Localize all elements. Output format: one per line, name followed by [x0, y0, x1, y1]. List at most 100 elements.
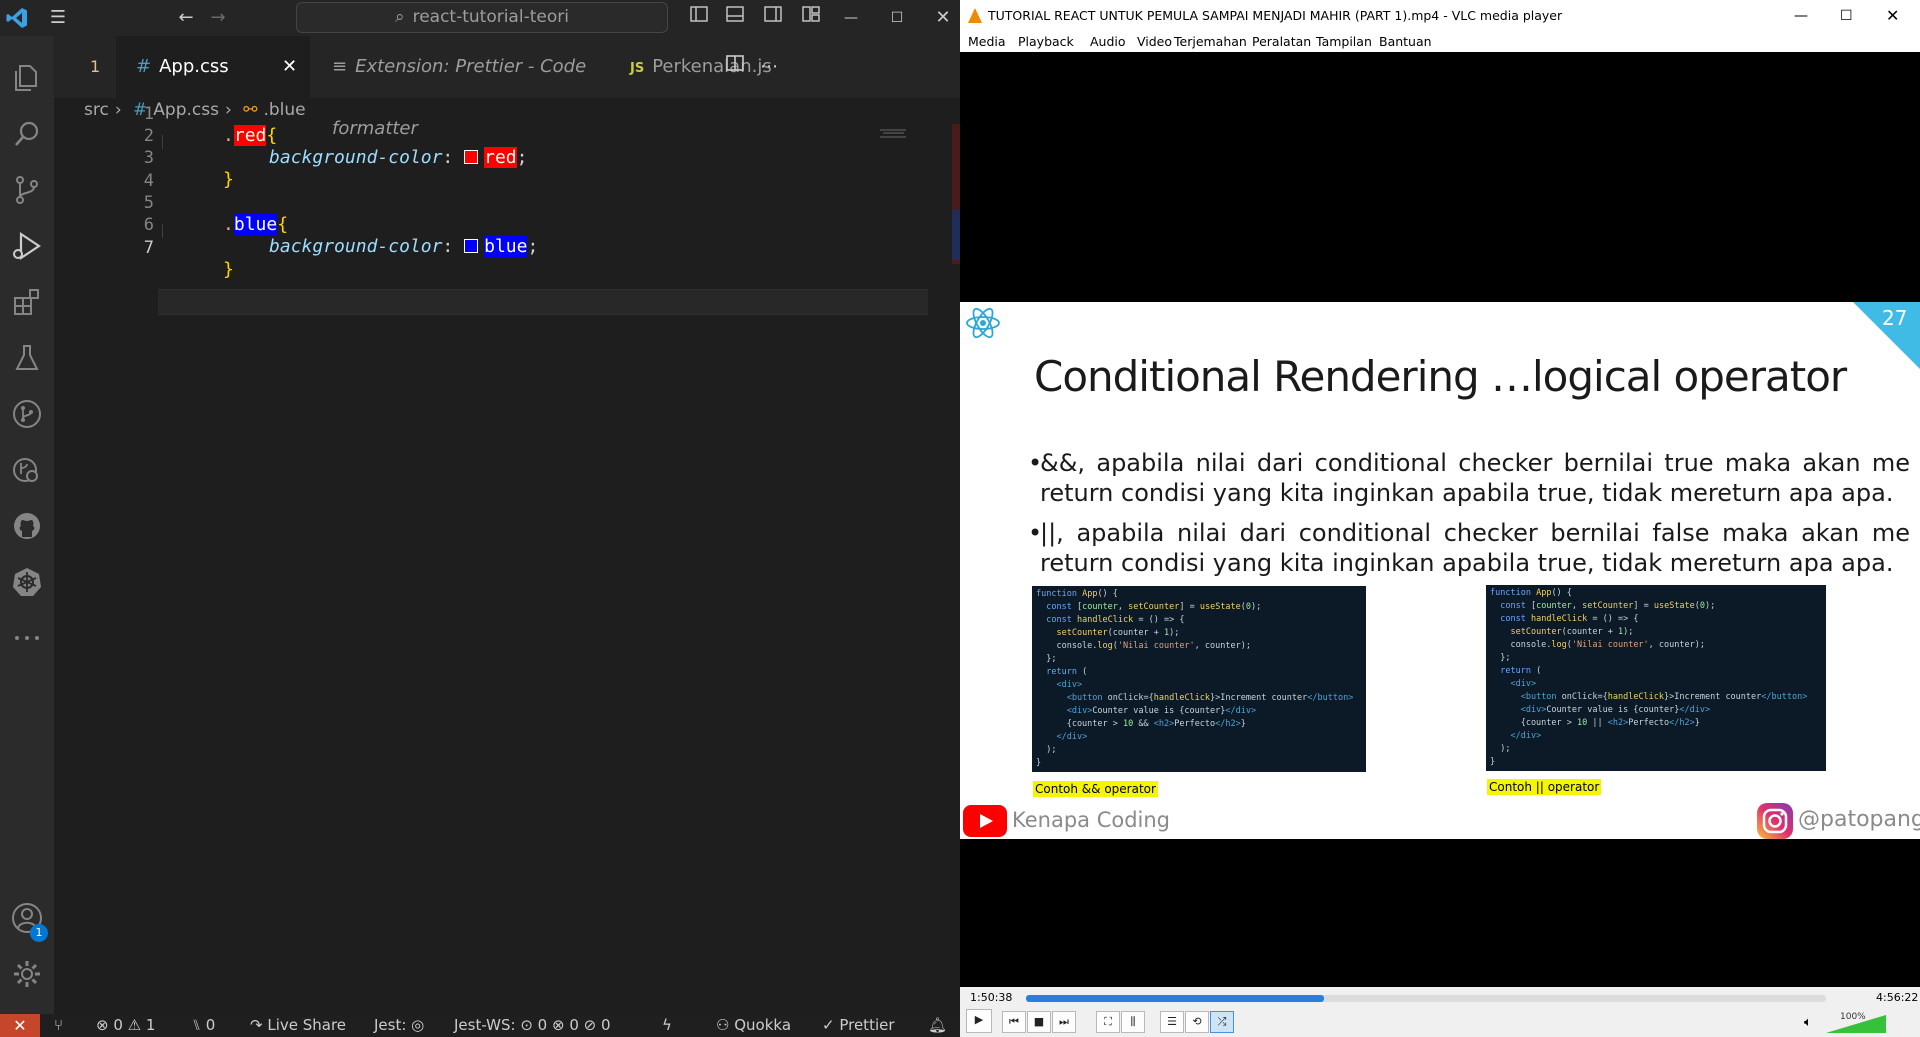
slide-bullet: • ||, apabila nilai dari conditional chec… — [1028, 519, 1910, 577]
more-actions-icon[interactable]: ⋯ — [754, 36, 784, 98]
run-and-debug-icon[interactable] — [0, 216, 54, 272]
play-button[interactable]: ▶ — [966, 1009, 992, 1033]
search-icon[interactable] — [0, 104, 54, 160]
instagram-icon — [1757, 803, 1793, 839]
accounts-badge: 1 — [30, 924, 48, 942]
indent-guide — [162, 135, 163, 149]
line-number: 3 — [143, 148, 154, 168]
presentation-slide: 27 Conditional Rendering …logical operat… — [960, 302, 1920, 839]
git-branch-icon[interactable]: ⑂ — [54, 1014, 63, 1037]
code-editor[interactable]: 1 2 3 4 5 6 7 .red{ background-color: re… — [54, 104, 960, 1014]
status-live-share[interactable]: ↷ Live Share — [250, 1014, 346, 1037]
extensions-icon[interactable] — [0, 272, 54, 328]
vlc-menu-tampilan[interactable]: Tampilan — [1316, 32, 1372, 52]
testing-flask-icon[interactable] — [0, 328, 54, 384]
instagram-handle: @patopangg — [1798, 807, 1920, 832]
menu-icon[interactable]: ☰ — [44, 0, 72, 36]
notifications-bell-icon[interactable]: 🔔︎ — [928, 1014, 947, 1037]
vlc-menu-media[interactable]: Media — [968, 32, 1006, 52]
quokka-icon: ⚇ — [716, 1016, 735, 1034]
split-editor-icon[interactable] — [720, 49, 750, 85]
command-center-search[interactable]: ⌕ react-tutorial-teori — [296, 2, 668, 33]
slide-bullet: • &&, apabila nilai dari conditional chec… — [1028, 449, 1910, 507]
next-button[interactable]: ⏭ — [1052, 1011, 1076, 1033]
close-window-icon[interactable]: ✕ — [930, 0, 956, 36]
status-quokka[interactable]: ⚇ Quokka — [716, 1014, 791, 1037]
vlc-close-icon[interactable]: ✕ — [1886, 0, 1899, 32]
previous-button[interactable]: ⏮ — [1002, 1011, 1026, 1033]
maximize-icon[interactable]: ☐ — [884, 0, 910, 36]
code-line-2: background-color: red; — [269, 147, 528, 168]
git-graph-icon[interactable] — [0, 384, 54, 440]
code-line-6: background-color: blue; — [269, 236, 539, 257]
minimize-icon[interactable]: — — [838, 0, 864, 36]
accounts-icon[interactable]: 1 — [0, 888, 54, 944]
fullscreen-button[interactable]: ⛶ — [1096, 1011, 1120, 1033]
loop-button[interactable]: ⟲ — [1185, 1011, 1209, 1033]
slide-number: 27 — [1882, 306, 1908, 330]
more-views-icon[interactable] — [0, 608, 54, 664]
source-control-icon[interactable] — [0, 160, 54, 216]
remote-indicator[interactable]: ✕ — [0, 1014, 40, 1037]
line-number: 1 — [143, 104, 154, 124]
github-icon[interactable] — [0, 496, 54, 552]
vlc-menu-playback[interactable]: Playback — [1018, 32, 1074, 52]
line-number: 2 — [143, 126, 154, 146]
vscode-window: ☰ ← → ⌕ react-tutorial-teori — ☐ ✕ 1 1 #… — [0, 0, 960, 1037]
playlist-button[interactable]: ☰ — [1160, 1011, 1184, 1033]
caption-and-operator: Contoh && operator — [1033, 781, 1158, 797]
vlc-window: TUTORIAL REACT UNTUK PEMULA SAMPAI MENJA… — [960, 0, 1920, 1037]
line-number: 5 — [143, 193, 154, 213]
tab-app-css[interactable]: # App.css ✕ — [116, 36, 310, 98]
elapsed-time: 1:50:38 — [970, 991, 1013, 1004]
caption-or-operator: Contoh || operator — [1487, 779, 1602, 795]
remote-icon: ✕ — [13, 1016, 27, 1035]
kubernetes-icon[interactable] — [0, 552, 54, 608]
status-jest[interactable]: Jest: ◎ — [374, 1014, 424, 1037]
seek-bar-progress — [1026, 995, 1325, 1002]
line-number: 7 — [143, 238, 154, 258]
stop-button[interactable]: ■ — [1027, 1011, 1051, 1033]
tab-prettier-extension[interactable]: ≡ Extension: Prettier - Code formatter — [312, 36, 608, 139]
status-bar: ✕ ⑂ ⊗ 0 ⚠ 1 ⑊ 0 ↷ Live Share Jest: ◎ Jes… — [0, 1014, 960, 1037]
explorer-icon[interactable] — [0, 48, 54, 104]
status-lightning-icon[interactable]: ϟ — [662, 1014, 672, 1037]
remote-explorer-icon[interactable] — [0, 440, 54, 496]
extension-page-icon: ≡ — [332, 56, 348, 77]
speaker-icon[interactable]: 🔈︎ — [1804, 1015, 1812, 1030]
minimap[interactable] — [880, 128, 910, 140]
video-area[interactable]: 27 Conditional Rendering …logical operat… — [960, 52, 1920, 987]
vlc-minimize-icon[interactable]: — — [1794, 0, 1808, 32]
vlc-cone-icon — [968, 8, 982, 23]
color-swatch-red[interactable] — [464, 150, 479, 164]
status-jest-ws[interactable]: Jest-WS: ⊙ 0 ⊗ 0 ⊘ 0 — [454, 1014, 611, 1037]
vlc-menu-bantuan[interactable]: Bantuan — [1379, 32, 1432, 52]
toggle-secondary-sidebar-icon[interactable] — [760, 0, 786, 36]
customize-layout-icon[interactable] — [798, 0, 824, 36]
vscode-titlebar: ☰ ← → ⌕ react-tutorial-teori — ☐ ✕ — [0, 0, 960, 36]
volume-level: 100% — [1840, 1012, 1866, 1022]
close-tab-icon[interactable]: ✕ — [282, 36, 297, 98]
status-problems[interactable]: ⊗ 0 ⚠ 1 — [96, 1014, 155, 1037]
extended-settings-button[interactable]: ⫼ — [1121, 1011, 1145, 1033]
forward-arrow-icon[interactable]: → — [204, 0, 232, 36]
current-line-highlight — [158, 289, 928, 315]
vlc-menu-audio[interactable]: Audio — [1090, 32, 1126, 52]
shuffle-button[interactable]: ⤮ — [1210, 1011, 1234, 1033]
toggle-primary-sidebar-icon[interactable] — [686, 0, 712, 36]
vlc-menu-peralatan[interactable]: Peralatan — [1252, 32, 1311, 52]
tab-placeholder[interactable]: 1 — [54, 36, 116, 98]
status-prettier[interactable]: ✓ Prettier — [822, 1014, 895, 1037]
vlc-maximize-icon[interactable]: ☐ — [1840, 0, 1853, 32]
live-share-icon: ↷ — [250, 1016, 268, 1034]
scrollbar-viewport-marker[interactable] — [952, 210, 960, 260]
seek-bar[interactable] — [1026, 995, 1826, 1002]
color-swatch-blue[interactable] — [464, 239, 479, 253]
code-screenshot-or: function App() { const [counter, setCoun… — [1486, 585, 1826, 771]
vlc-menu-video[interactable]: Video — [1137, 32, 1172, 52]
vlc-menu-terjemahan[interactable]: Terjemahan — [1174, 32, 1247, 52]
back-arrow-icon[interactable]: ← — [172, 0, 200, 36]
manage-gear-icon[interactable] — [0, 944, 54, 1000]
toggle-panel-icon[interactable] — [722, 0, 748, 36]
status-ports[interactable]: ⑊ 0 — [192, 1014, 215, 1037]
